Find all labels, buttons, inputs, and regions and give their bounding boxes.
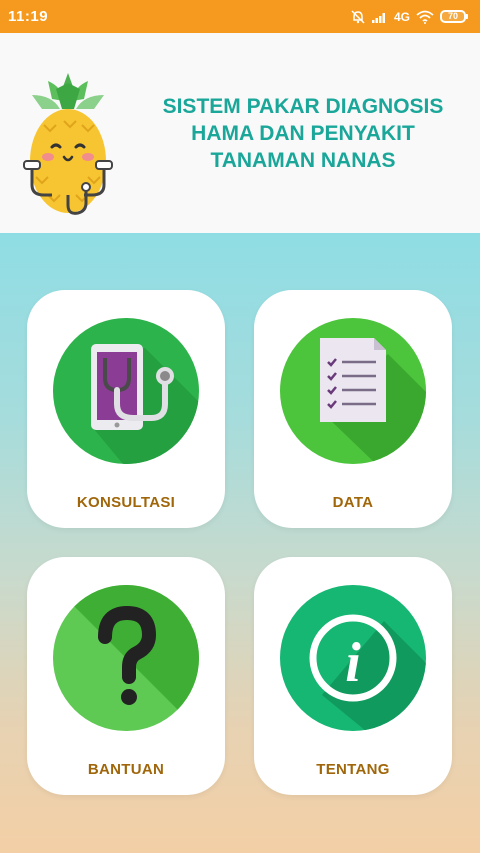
wifi-icon — [416, 10, 434, 24]
network-type: 4G — [393, 9, 410, 24]
pineapple-doctor-icon — [23, 73, 113, 215]
status-time: 11:19 — [8, 8, 49, 25]
svg-text:i: i — [345, 632, 361, 694]
stethoscope-tablet-icon — [53, 318, 199, 464]
bantuan-label: BANTUAN — [87, 761, 165, 778]
checklist-document-icon — [280, 318, 426, 464]
data-label: DATA — [332, 494, 374, 511]
battery-level: 70 — [447, 11, 458, 21]
bantuan-button[interactable]: BANTUAN — [27, 557, 225, 795]
konsultasi-label: KONSULTASI — [76, 494, 176, 511]
data-button[interactable]: DATA — [254, 290, 452, 528]
battery-icon: 70 — [440, 10, 468, 23]
status-bar: 11:19 4G 70 — [0, 0, 480, 33]
konsultasi-button[interactable]: KONSULTASI — [27, 290, 225, 528]
tentang-button[interactable]: i TENTANG — [254, 557, 452, 795]
app-title: SISTEM PAKAR DIAGNOSIS HAMA DAN PENYAKIT… — [138, 93, 468, 174]
status-icons: 4G 70 — [350, 9, 468, 25]
signal-icon — [371, 11, 388, 23]
app-header: SISTEM PAKAR DIAGNOSIS HAMA DAN PENYAKIT… — [0, 33, 480, 233]
info-icon: i — [280, 585, 426, 731]
question-mark-icon — [53, 585, 199, 731]
menu-grid: KONSULTASI DATA BANTUAN i TENTANG — [0, 233, 480, 853]
app-title-line-1: SISTEM PAKAR DIAGNOSIS — [162, 95, 444, 118]
app-title-line-3: TANAMAN NANAS — [210, 149, 396, 172]
alarm-off-icon — [350, 9, 366, 25]
app-title-line-2: HAMA DAN PENYAKIT — [191, 122, 415, 145]
tentang-label: TENTANG — [316, 761, 390, 778]
